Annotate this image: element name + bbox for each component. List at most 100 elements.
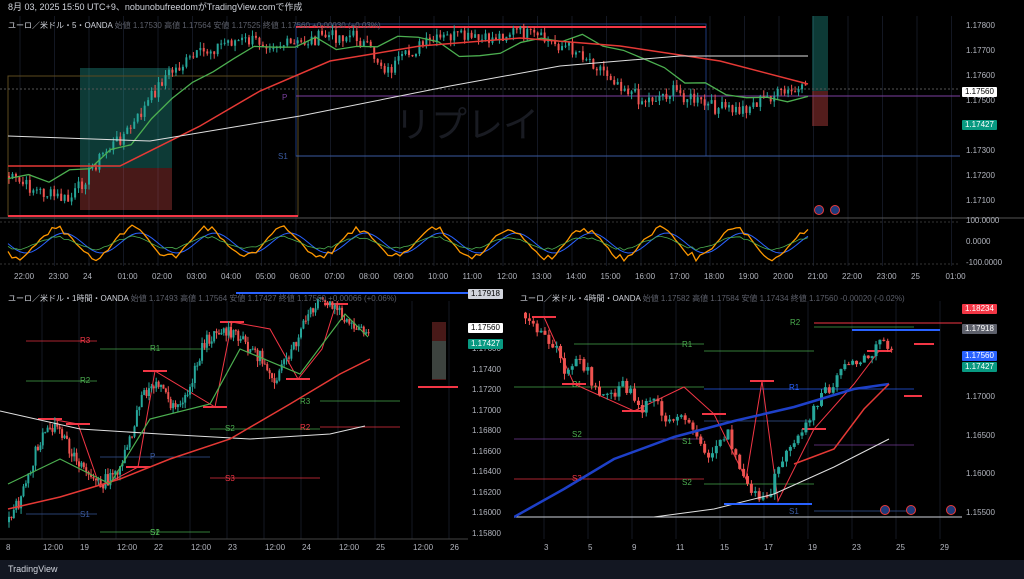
candle-body	[222, 328, 225, 333]
candle-body	[98, 154, 101, 170]
candle-body	[22, 486, 25, 497]
time-tick: 25	[376, 543, 385, 552]
candle-body	[623, 88, 626, 91]
candle-body	[418, 41, 421, 54]
chart-panel-4h[interactable]: R2R1R1PS1S2S2S3S1S1 ユーロ／米ドル・4時間・OANDA 始値…	[514, 289, 1024, 557]
candle-body	[366, 41, 369, 43]
candle-body	[582, 359, 586, 371]
candle-body	[696, 97, 699, 103]
chart-panel-5min[interactable]: P S1 ユーロ／米ドル・5・OANDA 始値 1.17530 高値 1.1756…	[0, 16, 1024, 286]
price-tick: 1.17100	[966, 196, 995, 205]
candle-body	[787, 89, 790, 94]
candle-body	[870, 356, 874, 359]
candle-body	[51, 427, 54, 432]
candle-body	[734, 449, 738, 455]
time-tick: 12:00	[265, 543, 286, 552]
high-tag: 1.17918	[468, 289, 503, 299]
candle-body	[644, 400, 648, 413]
candle-body	[282, 45, 285, 47]
candle-body	[155, 381, 158, 389]
candle-body	[304, 320, 307, 322]
candle-body	[234, 330, 237, 332]
candle-body	[171, 69, 174, 73]
candle-body	[122, 133, 125, 145]
candle-body	[336, 305, 339, 311]
symbol-title[interactable]: ユーロ／米ドル・1時間・OANDA	[8, 294, 128, 303]
candle-body	[835, 375, 839, 388]
candle-body	[246, 341, 249, 353]
time-tick: 23	[228, 543, 237, 552]
ma-blue-line	[514, 382, 890, 519]
event-icon[interactable]	[880, 505, 890, 515]
candle-body	[665, 93, 668, 99]
candle-body	[710, 100, 713, 104]
price-tick: 1.15800	[472, 528, 501, 538]
candle-body	[592, 58, 595, 69]
candle-body	[77, 181, 80, 189]
candle-body	[783, 89, 786, 94]
event-icon[interactable]	[830, 205, 840, 215]
time-tick: 05:00	[255, 272, 276, 281]
symbol-title[interactable]: ユーロ／米ドル・5・OANDA	[8, 21, 112, 30]
time-tick: 23:00	[48, 272, 69, 281]
price-tick: 1.17800	[966, 21, 995, 30]
candle-body	[512, 28, 515, 35]
time-tick: 03:00	[186, 272, 207, 281]
candle-body	[176, 404, 179, 408]
last-price-tag: 1.17560	[962, 351, 997, 361]
candle-body	[102, 485, 105, 489]
candle-body	[568, 42, 570, 46]
candle-body	[788, 446, 792, 451]
event-icon[interactable]	[946, 505, 956, 515]
candle-body	[559, 346, 563, 359]
osc-tick: 0.0000	[966, 237, 991, 246]
price-tick: 1.16500	[966, 430, 995, 440]
candle-body	[355, 328, 358, 330]
candle-body	[280, 364, 283, 371]
candle-body	[804, 84, 807, 86]
candle-body	[404, 50, 407, 55]
candle-body	[380, 62, 383, 66]
time-tick: 12:00	[191, 543, 212, 552]
candle-body	[367, 332, 370, 334]
pivot-label: R2	[790, 318, 801, 327]
candle-body	[656, 398, 660, 402]
tradingview-logo[interactable]: TradingView	[8, 564, 58, 574]
candle-body	[773, 473, 777, 495]
candle-body	[10, 516, 13, 518]
candle-body	[18, 177, 21, 182]
candle-body	[874, 344, 878, 357]
candle-body	[675, 416, 679, 421]
candle-body	[258, 350, 261, 362]
candle-body	[707, 103, 710, 106]
symbol-title[interactable]: ユーロ／米ドル・4時間・OANDA	[520, 294, 640, 303]
candle-body	[362, 41, 365, 47]
price-tick: 1.17400	[472, 364, 501, 374]
event-icon[interactable]	[906, 505, 916, 515]
time-axis-top[interactable]: 22:00 23:00 24 01:00 02:00 03:00 04:00 05:00 06:…	[0, 272, 966, 284]
event-icon[interactable]	[814, 205, 824, 215]
candle-body	[644, 101, 647, 103]
chart-panel-1h[interactable]: R3 R2 R1 P S1 S2 S3 R3 R2 S1 S2 ユーロ／米ドル・1時間・OANDA …	[0, 289, 510, 557]
candle-body	[195, 50, 198, 58]
candle-body	[602, 66, 605, 71]
price-chart-5min: P S1	[0, 16, 1024, 266]
time-axis-br[interactable]: 3 5 9 11 15 17 19 23 25 29	[514, 543, 962, 555]
candle-body	[196, 365, 199, 367]
time-tick: 11:00	[462, 272, 482, 281]
candle-body	[254, 348, 257, 350]
candle-body	[648, 400, 652, 402]
candle-body	[651, 97, 654, 102]
candle-body	[714, 100, 717, 114]
candle-body	[738, 106, 741, 114]
candle-body	[341, 35, 344, 42]
candle-body	[209, 51, 212, 54]
time-axis-bl[interactable]: 8 12:00 19 12:00 22 12:00 23 12:00 24 12:00 25 12:0…	[0, 543, 468, 555]
osc-green-line	[7, 235, 809, 251]
candle-body	[285, 357, 288, 360]
candle-body	[202, 47, 205, 52]
time-tick: 11	[676, 543, 685, 552]
candle-body	[261, 350, 264, 364]
candle-body	[28, 179, 31, 193]
price-tick: 1.16600	[472, 446, 501, 456]
